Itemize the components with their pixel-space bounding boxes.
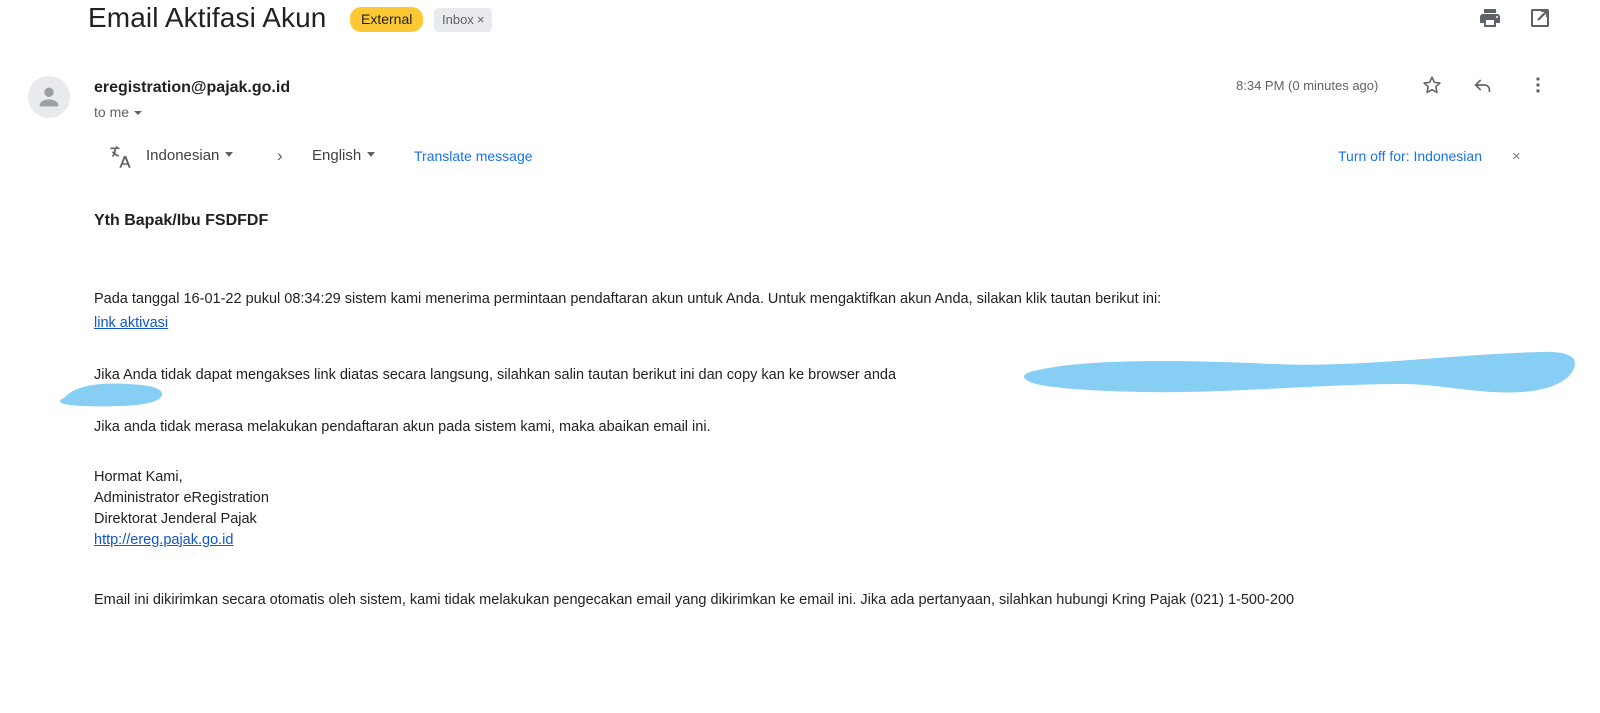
language-arrow-icon: › bbox=[277, 146, 283, 165]
star-icon[interactable] bbox=[1421, 74, 1443, 96]
email-greeting: Yth Bapak/Ibu FSDFDF bbox=[94, 212, 269, 229]
chevron-down-icon bbox=[225, 152, 234, 157]
status-badge-external: External bbox=[350, 7, 424, 32]
target-language-label: English bbox=[312, 147, 362, 164]
close-icon[interactable]: × bbox=[477, 12, 485, 27]
body-paragraph-1: Pada tanggal 16-01-22 pukul 08:34:29 sis… bbox=[94, 291, 1162, 307]
print-icon[interactable] bbox=[1478, 6, 1502, 30]
message-timestamp: 8:34 PM (0 minutes ago) bbox=[1236, 78, 1379, 93]
recipient-toggle[interactable]: to me bbox=[94, 102, 143, 122]
highlight-scribble-right bbox=[1024, 351, 1575, 393]
translate-bar: Indonesian › English Translate message T… bbox=[0, 138, 1600, 178]
reply-icon[interactable] bbox=[1472, 74, 1494, 96]
sender-email-address[interactable]: eregistration@pajak.go.id bbox=[94, 77, 290, 99]
page-title: Email Aktifasi Akun bbox=[88, 2, 327, 33]
body-paragraph-4: Email ini dikirimkan secara otomatis ole… bbox=[94, 592, 1295, 608]
translate-icon bbox=[108, 144, 134, 170]
activation-link[interactable]: link aktivasi bbox=[94, 313, 168, 334]
signature-url-text[interactable]: http://ereg.pajak.go.id bbox=[94, 532, 233, 548]
recipient-label: to me bbox=[94, 104, 130, 120]
signature-line-3: Direktorat Jenderal Pajak bbox=[94, 511, 257, 527]
subject-header-row: Email Aktifasi Akun External Inbox × bbox=[0, 0, 1600, 52]
signature-url[interactable]: http://ereg.pajak.go.id bbox=[94, 530, 233, 551]
more-options-icon[interactable] bbox=[1527, 74, 1549, 96]
signature-line-1: Hormat Kami, bbox=[94, 469, 183, 485]
translate-message-button[interactable]: Translate message bbox=[414, 146, 533, 166]
signature-line-2: Administrator eRegistration bbox=[94, 490, 269, 506]
body-paragraph-2: Jika Anda tidak dapat mengakses link dia… bbox=[94, 367, 897, 383]
body-paragraph-3: Jika anda tidak merasa melakukan pendaft… bbox=[94, 419, 711, 435]
chevron-down-icon bbox=[134, 111, 143, 115]
turn-off-translation-link[interactable]: Turn off for: Indonesian bbox=[1338, 146, 1482, 166]
open-in-new-window-icon[interactable] bbox=[1528, 6, 1552, 30]
target-language-select[interactable]: English bbox=[312, 145, 376, 167]
close-icon[interactable]: × bbox=[1512, 148, 1521, 166]
chevron-down-icon bbox=[367, 152, 376, 157]
source-language-label: Indonesian bbox=[146, 147, 220, 164]
avatar bbox=[28, 76, 70, 118]
label-chip-inbox[interactable]: Inbox × bbox=[434, 8, 493, 32]
activation-link-text[interactable]: link aktivasi bbox=[94, 315, 168, 331]
person-avatar-icon bbox=[39, 87, 59, 107]
source-language-select[interactable]: Indonesian bbox=[146, 145, 234, 167]
label-chip-inbox-text: Inbox bbox=[442, 12, 474, 27]
